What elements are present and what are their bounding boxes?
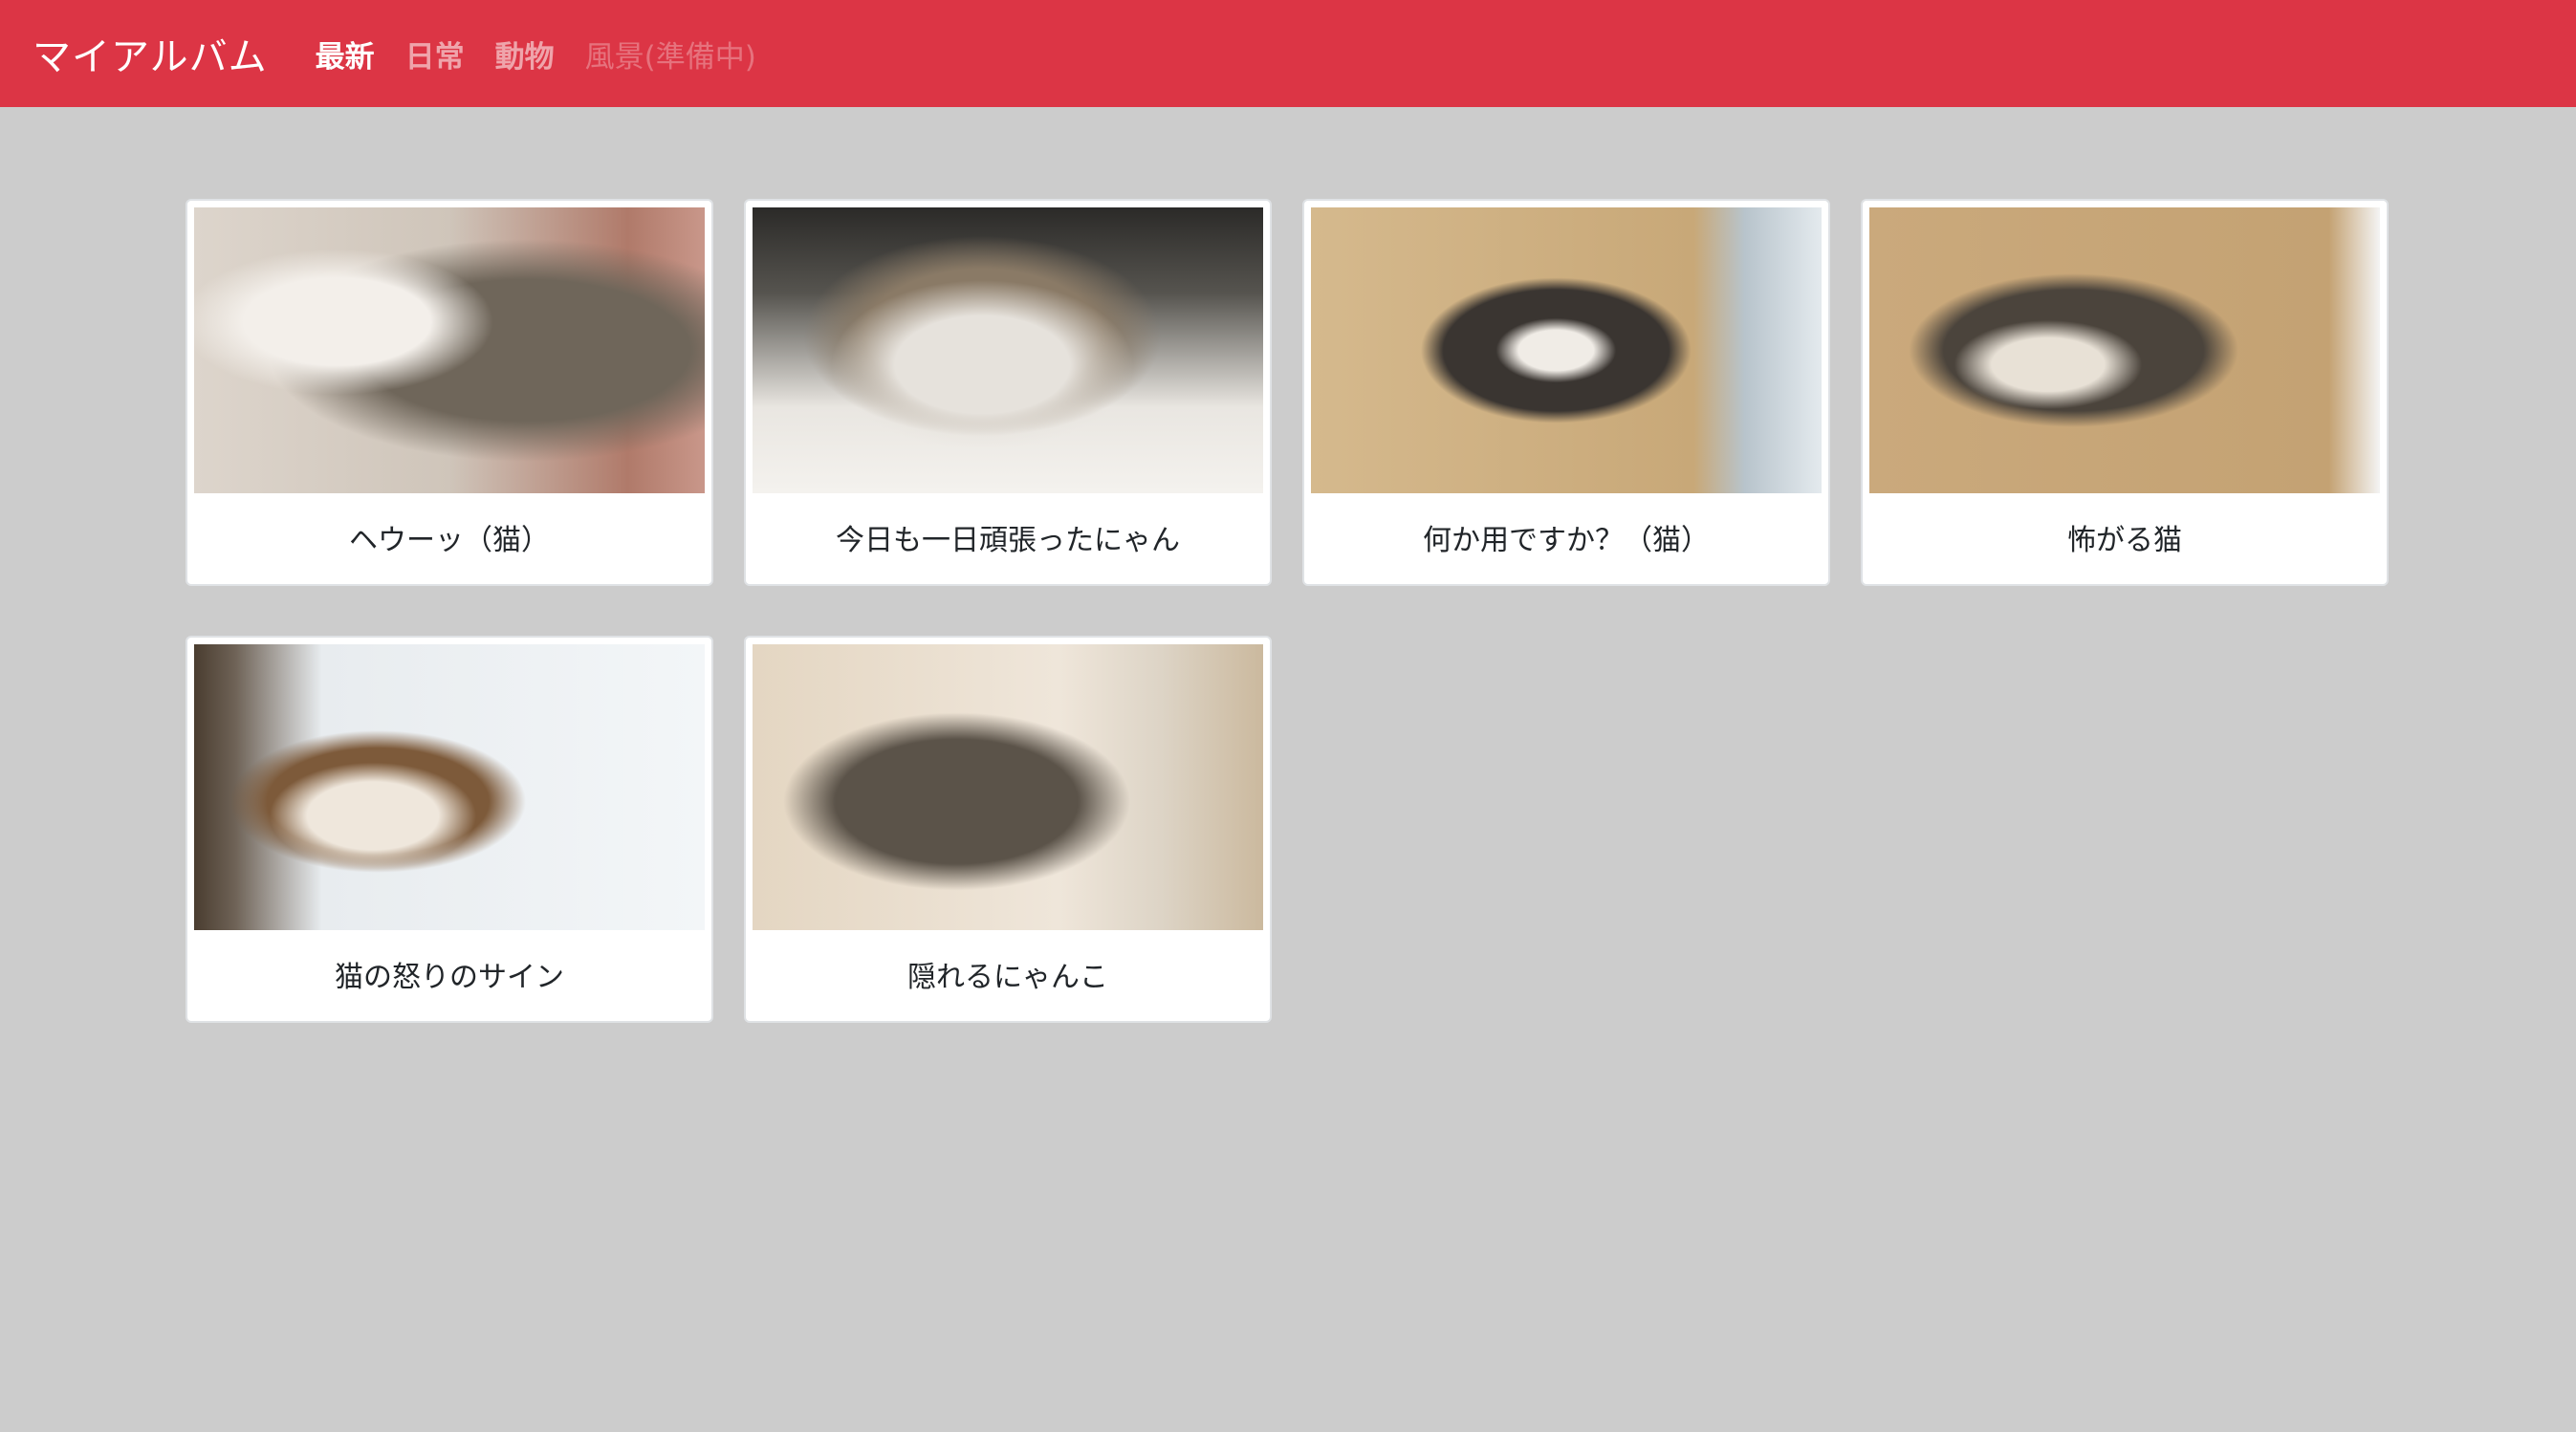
cat-photo — [1311, 207, 1822, 493]
brand-link[interactable]: マイアルバム — [33, 26, 268, 81]
cat-photo — [753, 207, 1263, 493]
photo-caption: 何か用ですか？（猫） — [1423, 524, 1710, 557]
nav-item-daily[interactable]: 日常 — [405, 33, 465, 76]
nav-item-scenery: 風景(準備中) — [584, 39, 756, 75]
photo-card[interactable]: 猫の怒りのサイン — [186, 636, 713, 1023]
nav-item-latest[interactable]: 最新 — [316, 33, 375, 76]
photo-card[interactable]: 今日も一日頑張ったにゃん — [744, 199, 1272, 586]
photo-caption: 怖がる猫 — [2067, 524, 2182, 557]
cat-photo — [194, 644, 705, 930]
navbar: マイアルバム 最新 日常 動物 風景(準備中) — [0, 0, 2576, 107]
photo-caption: ヘウーッ（猫） — [349, 524, 550, 557]
cat-photo — [194, 207, 705, 493]
nav-menu: 最新 日常 動物 風景(準備中) — [316, 33, 756, 76]
photo-grid: ヘウーッ（猫） 今日も一日頑張ったにゃん 何か用ですか？（猫） 怖がる猫 猫の怒… — [186, 199, 2389, 1023]
cat-photo — [1869, 207, 2380, 493]
cat-photo — [753, 644, 1263, 930]
nav-item-animals[interactable]: 動物 — [495, 33, 555, 76]
photo-card[interactable]: 何か用ですか？（猫） — [1302, 199, 1830, 586]
photo-card[interactable]: ヘウーッ（猫） — [186, 199, 713, 586]
photo-card[interactable]: 隠れるにゃんこ — [744, 636, 1272, 1023]
photo-card[interactable]: 怖がる猫 — [1861, 199, 2389, 586]
photo-caption: 猫の怒りのサイン — [335, 961, 564, 994]
photo-caption: 今日も一日頑張ったにゃん — [836, 524, 1180, 557]
photo-caption: 隠れるにゃんこ — [907, 961, 1108, 994]
